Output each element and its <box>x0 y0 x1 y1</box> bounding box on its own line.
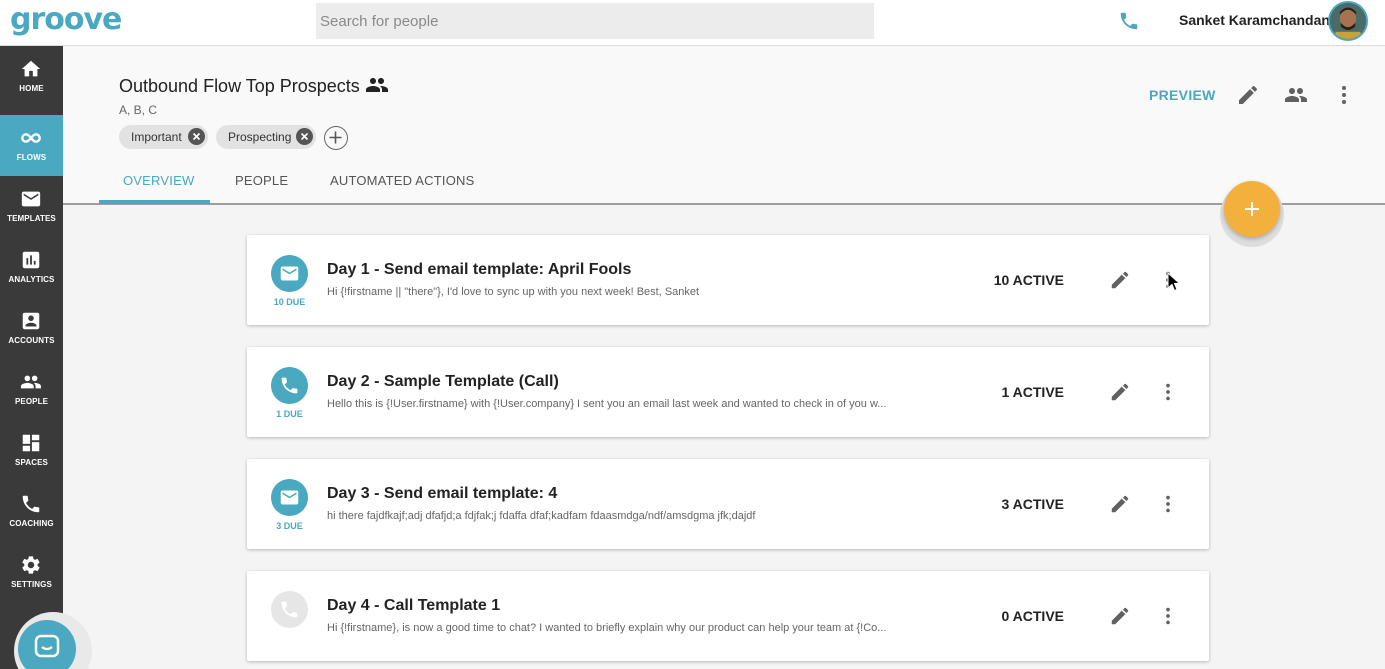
sidebar-item-spaces[interactable]: SPACES <box>0 420 63 481</box>
phone-icon[interactable] <box>1118 10 1140 32</box>
sidebar-item-label: SPACES <box>15 458 48 467</box>
active-count[interactable]: 10 ACTIVE <box>947 272 1064 288</box>
step-preview: Hi {!firstname}, is now a good time to c… <box>327 622 887 634</box>
page-title: Outbound Flow Top Prospects <box>119 76 360 96</box>
sidebar-item-label: SETTINGS <box>11 580 52 589</box>
sidebar-item-home[interactable]: HOME <box>0 46 63 107</box>
tag-chip[interactable]: Prospecting <box>216 125 316 149</box>
sidebar: HOME FLOWS TEMPLATES ANALYTICS ACCOUNTS … <box>0 46 63 669</box>
flow-step-card[interactable]: Day 4 - Call Template 1 Hi {!firstname},… <box>247 571 1209 661</box>
sidebar-item-settings[interactable]: SETTINGS <box>0 542 63 603</box>
top-bar: groove Sanket Karamchandani <box>0 0 1385 46</box>
step-type-badge <box>271 367 308 404</box>
plus-icon <box>329 131 342 144</box>
gear-icon <box>22 556 40 574</box>
sidebar-item-label: PEOPLE <box>14 397 49 406</box>
tag-chip-label: Prospecting <box>228 130 292 144</box>
more-vert-icon[interactable] <box>1157 605 1179 627</box>
active-count[interactable]: 0 ACTIVE <box>947 608 1065 624</box>
sidebar-item-label: ANALYTICS <box>8 275 55 284</box>
sidebar-item-analytics[interactable]: ANALYTICS <box>0 237 63 298</box>
account-box-icon <box>22 312 40 330</box>
mail-icon <box>280 266 299 281</box>
sidebar-item-label: HOME <box>19 84 44 93</box>
edit-icon[interactable] <box>1109 493 1131 515</box>
sidebar-item-templates[interactable]: TEMPLATES <box>0 176 63 237</box>
preview-button[interactable]: PREVIEW <box>1149 87 1216 103</box>
mail-icon <box>280 490 299 505</box>
sidebar-item-label: FLOWS <box>16 153 47 162</box>
mail-icon <box>21 191 41 207</box>
tag-chip[interactable]: Important <box>119 125 208 149</box>
active-count[interactable]: 1 ACTIVE <box>947 384 1065 400</box>
avatar-image <box>1330 3 1366 39</box>
sidebar-item-accounts[interactable]: ACCOUNTS <box>0 298 63 359</box>
phone-icon <box>281 377 298 394</box>
sidebar-item-coaching[interactable]: COACHING <box>0 481 63 542</box>
step-preview: Hi {!firstname || "there"}, I'd love to … <box>327 286 700 298</box>
flow-step-card[interactable]: 10 DUE Day 1 - Send email template: Apri… <box>247 235 1209 325</box>
people-icon <box>366 78 388 92</box>
edit-icon[interactable] <box>1109 605 1131 627</box>
chat-icon <box>34 634 60 658</box>
phone-icon <box>281 601 298 618</box>
step-preview: hi there fajdfkajf;adj dfafjd;a fdjfak;j… <box>327 510 756 522</box>
active-count[interactable]: 3 ACTIVE <box>947 496 1065 512</box>
phone-icon <box>22 495 40 513</box>
flow-header: Outbound Flow Top Prospects A, B, C Impo… <box>63 47 1385 205</box>
flow-step-card[interactable]: 1 DUE Day 2 - Sample Template (Call) Hel… <box>247 347 1209 437</box>
people-icon <box>20 375 42 389</box>
infinity-icon <box>21 133 41 143</box>
step-type-badge <box>271 255 308 292</box>
add-tag-button[interactable] <box>324 126 348 150</box>
due-count[interactable]: 10 DUE <box>261 297 318 307</box>
home-icon <box>21 60 41 77</box>
due-count[interactable]: 1 DUE <box>261 409 318 419</box>
avatar[interactable] <box>1328 1 1368 41</box>
step-type-badge <box>271 479 308 516</box>
step-title[interactable]: Day 3 - Send email template: 4 <box>327 485 557 503</box>
flow-subtitle: A, B, C <box>119 103 158 117</box>
dashboard-icon <box>22 434 40 452</box>
close-icon[interactable] <box>188 128 205 145</box>
plus-icon <box>1245 202 1259 216</box>
sidebar-item-people[interactable]: PEOPLE <box>0 359 63 420</box>
tab-people[interactable]: PEOPLE <box>235 173 288 188</box>
step-title[interactable]: Day 1 - Send email template: April Fools <box>327 261 631 279</box>
sidebar-item-label: COACHING <box>9 519 54 528</box>
active-tab-indicator <box>99 200 210 204</box>
user-name[interactable]: Sanket Karamchandani <box>1179 12 1334 28</box>
sidebar-item-flows[interactable]: FLOWS <box>0 115 63 176</box>
due-count[interactable]: 3 DUE <box>261 521 318 531</box>
edit-icon[interactable] <box>1109 269 1131 291</box>
sidebar-item-label: TEMPLATES <box>7 214 56 223</box>
chat-launcher-button[interactable] <box>18 620 76 669</box>
step-type-badge <box>271 591 308 628</box>
step-title[interactable]: Day 2 - Sample Template (Call) <box>327 373 559 391</box>
tag-chip-label: Important <box>131 130 182 144</box>
add-step-button[interactable] <box>1224 181 1280 237</box>
flow-step-card[interactable]: 3 DUE Day 3 - Send email template: 4 hi … <box>247 459 1209 549</box>
more-vert-icon[interactable] <box>1157 381 1179 403</box>
more-vert-icon[interactable] <box>1157 493 1179 515</box>
people-icon[interactable] <box>1284 83 1308 107</box>
bar-chart-icon <box>22 251 40 269</box>
mouse-cursor-icon <box>1167 272 1181 292</box>
close-icon[interactable] <box>296 128 313 145</box>
edit-icon[interactable] <box>1109 381 1131 403</box>
groove-logo[interactable]: groove <box>10 2 122 37</box>
sidebar-item-label: ACCOUNTS <box>8 336 55 345</box>
more-vert-icon[interactable] <box>1332 83 1356 107</box>
step-title[interactable]: Day 4 - Call Template 1 <box>327 597 500 615</box>
step-preview: Hello this is {!User.firstname} with {!U… <box>327 398 887 410</box>
tab-automated-actions[interactable]: AUTOMATED ACTIONS <box>330 173 475 188</box>
search-input[interactable] <box>316 3 874 39</box>
tab-overview[interactable]: OVERVIEW <box>123 173 194 188</box>
edit-icon[interactable] <box>1236 83 1260 107</box>
